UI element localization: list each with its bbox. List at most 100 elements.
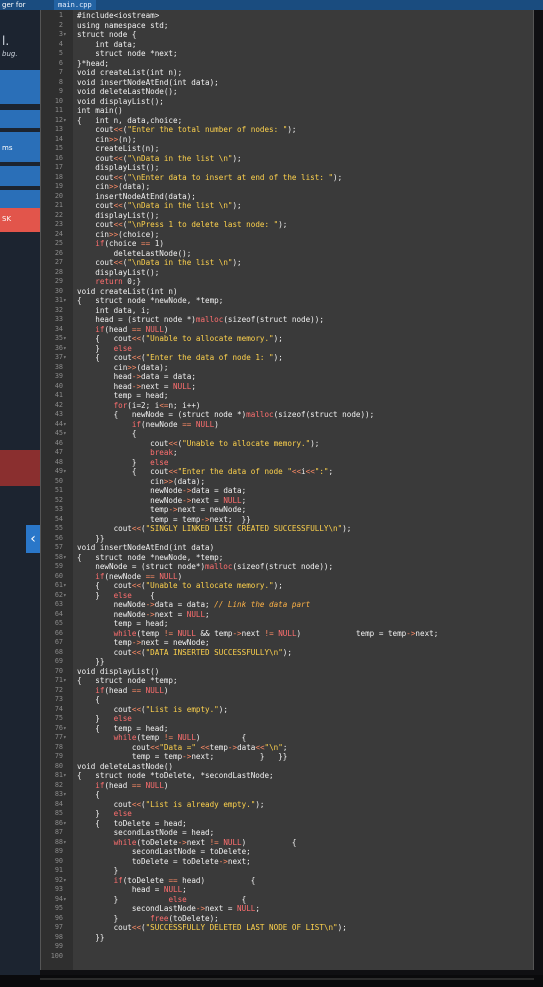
code-line[interactable]: 6}*head; xyxy=(41,59,535,69)
code-line[interactable]: 62 ▾ } else { xyxy=(41,591,535,601)
code-line[interactable]: 71 ▾ { struct node *temp; xyxy=(41,676,535,686)
left-panel-sk-button[interactable]: SK xyxy=(0,208,40,232)
fold-toggle-icon[interactable]: ▾ xyxy=(63,895,71,905)
fold-toggle-icon[interactable]: ▾ xyxy=(63,116,71,126)
code-line[interactable]: 30 void createList(int n) xyxy=(41,287,535,297)
code-line[interactable]: 60 if(newNode == NULL) xyxy=(41,572,535,582)
code-line[interactable]: 72 if(head == NULL) xyxy=(41,686,535,696)
code-line[interactable]: 21 cout<<("\nData in the list \n"); xyxy=(41,201,535,211)
code-line[interactable]: 31 ▾ { struct node *newNode, *temp; xyxy=(41,296,535,306)
code-line[interactable]: 64 newNode->next = NULL; xyxy=(41,610,535,620)
code-line[interactable]: 24 cin>>(choice); xyxy=(41,230,535,240)
code-line[interactable]: 25 if(choice == 1) xyxy=(41,239,535,249)
fold-toggle-icon[interactable]: ▾ xyxy=(63,591,71,601)
fold-toggle-icon[interactable]: ▾ xyxy=(63,876,71,886)
code-line[interactable]: 68 cout<<("DATA INSERTED SUCCESSFULLY\n"… xyxy=(41,648,535,658)
code-line[interactable]: 19 cin>>(data); xyxy=(41,182,535,192)
fold-toggle-icon[interactable]: ▾ xyxy=(63,30,71,40)
code-line[interactable]: 88 ▾ while(toDelete->next != NULL) { xyxy=(41,838,535,848)
code-line[interactable]: 36 ▾ } else xyxy=(41,344,535,354)
left-panel-nav-blue-1[interactable] xyxy=(0,70,40,104)
code-line[interactable]: 79 temp = temp->next; } }} xyxy=(41,752,535,762)
code-line[interactable]: 18 cout<<("\nEnter data to insert at end… xyxy=(41,173,535,183)
code-line[interactable]: 20 insertNodeAtEnd(data); xyxy=(41,192,535,202)
code-line[interactable]: 4 int data; xyxy=(41,40,535,50)
code-line[interactable]: 23 cout<<("\nPress 1 to delete last node… xyxy=(41,220,535,230)
code-line[interactable]: 32 int data, i; xyxy=(41,306,535,316)
code-line[interactable]: 63 newNode->data = data; // Link the dat… xyxy=(41,600,535,610)
fold-toggle-icon[interactable]: ▾ xyxy=(63,838,71,848)
code-line[interactable]: 17 displayList(); xyxy=(41,163,535,173)
code-line[interactable]: 61 ▾ { cout<<("Unable to allocate memory.… xyxy=(41,581,535,591)
code-line[interactable]: 41 temp = head; xyxy=(41,391,535,401)
code-line[interactable]: 81 ▾ { struct node *toDelete, *secondLastN… xyxy=(41,771,535,781)
file-tab-main-cpp[interactable]: main.cpp xyxy=(54,0,96,10)
fold-toggle-icon[interactable]: ▾ xyxy=(63,334,71,344)
code-line[interactable]: 77 ▾ while(temp != NULL) { xyxy=(41,733,535,743)
code-line[interactable]: 78 cout<<"Data =" <<temp->data<<"\n"; xyxy=(41,743,535,753)
left-panel-nav-blue-2[interactable] xyxy=(0,110,40,128)
code-line[interactable]: 56 }} xyxy=(41,534,535,544)
code-line[interactable]: 10 void displayList(); xyxy=(41,97,535,107)
code-line[interactable]: 85 } else xyxy=(41,809,535,819)
fold-toggle-icon[interactable]: ▾ xyxy=(63,344,71,354)
code-line[interactable]: 84 cout<<("List is already empty."); xyxy=(41,800,535,810)
code-line[interactable]: 53 temp->next = newNode; xyxy=(41,505,535,515)
code-line[interactable]: 75 } else xyxy=(41,714,535,724)
code-line[interactable]: 58 ▾ { struct node *newNode, *temp; xyxy=(41,553,535,563)
fold-toggle-icon[interactable]: ▾ xyxy=(63,353,71,363)
code-line[interactable]: 89 secondLastNode = toDelete; xyxy=(41,847,535,857)
code-line[interactable]: 98 }} xyxy=(41,933,535,943)
code-line[interactable]: 67 temp->next = newNode; xyxy=(41,638,535,648)
fold-toggle-icon[interactable]: ▾ xyxy=(63,733,71,743)
code-line[interactable]: 49 ▾ { cout<<"Enter the data of node "<<i… xyxy=(41,467,535,477)
code-line[interactable]: 80 void deleteLastNode() xyxy=(41,762,535,772)
code-line[interactable]: 87 secondLastNode = head; xyxy=(41,828,535,838)
fold-toggle-icon[interactable]: ▾ xyxy=(63,771,71,781)
code-line[interactable]: 12 ▾ { int n, data,choice; xyxy=(41,116,535,126)
code-line[interactable]: 9 void deleteLastNode(); xyxy=(41,87,535,97)
code-line[interactable]: 34 if(head == NULL) xyxy=(41,325,535,335)
code-line[interactable]: 46 cout<<("Unable to allocate memory."); xyxy=(41,439,535,449)
fold-toggle-icon[interactable]: ▾ xyxy=(63,790,71,800)
code-line[interactable]: 96 } free(toDelete); xyxy=(41,914,535,924)
code-line[interactable]: 51 newNode->data = data; xyxy=(41,486,535,496)
code-line[interactable]: 37 ▾ { cout<<("Enter the data of node 1: … xyxy=(41,353,535,363)
code-line[interactable]: 65 temp = head; xyxy=(41,619,535,629)
code-line[interactable]: 69 }} xyxy=(41,657,535,667)
code-line[interactable]: 26 deleteLastNode(); xyxy=(41,249,535,259)
fold-toggle-icon[interactable]: ▾ xyxy=(63,467,71,477)
code-line[interactable]: 2 using namespace std; xyxy=(41,21,535,31)
code-line[interactable]: 11 int main() xyxy=(41,106,535,116)
code-line[interactable]: 3 ▾ struct node { xyxy=(41,30,535,40)
code-line[interactable]: 86 ▾ { toDelete = head; xyxy=(41,819,535,829)
code-line[interactable]: 91 } xyxy=(41,866,535,876)
code-line[interactable]: 92 ▾ if(toDelete == head) { xyxy=(41,876,535,886)
code-line[interactable]: 42 for(i=2; i<=n; i++) xyxy=(41,401,535,411)
code-line[interactable]: 27 cout<<("\nData in the list \n"); xyxy=(41,258,535,268)
code-line[interactable]: 43 { newNode = (struct node *)malloc(siz… xyxy=(41,410,535,420)
fold-toggle-icon[interactable]: ▾ xyxy=(63,420,71,430)
code-line[interactable]: 29 return 0;} xyxy=(41,277,535,287)
fold-toggle-icon[interactable]: ▾ xyxy=(63,676,71,686)
left-panel-nav-blue-4[interactable] xyxy=(0,166,40,186)
code-line[interactable]: 13 cout<<("Enter the total number of nod… xyxy=(41,125,535,135)
fold-toggle-icon[interactable]: ▾ xyxy=(63,581,71,591)
code-line[interactable]: 100 xyxy=(41,952,535,962)
code-line[interactable]: 33 head = (struct node *)malloc(sizeof(s… xyxy=(41,315,535,325)
code-line[interactable]: 59 newNode = (struct node*)malloc(sizeof… xyxy=(41,562,535,572)
fold-toggle-icon[interactable]: ▾ xyxy=(63,724,71,734)
code-line[interactable]: 66 while(temp != NULL && temp->next != N… xyxy=(41,629,535,639)
code-line[interactable]: 35 ▾ { cout<<("Unable to allocate memory.… xyxy=(41,334,535,344)
code-line[interactable]: 73 { xyxy=(41,695,535,705)
code-line[interactable]: 74 cout<<("List is empty."); xyxy=(41,705,535,715)
code-line[interactable]: 76 ▾ { temp = head; xyxy=(41,724,535,734)
collapse-panel-button[interactable]: ‹ xyxy=(26,525,40,553)
code-line[interactable]: 7 void createList(int n); xyxy=(41,68,535,78)
code-line[interactable]: 44 ▾ if(newNode == NULL) xyxy=(41,420,535,430)
code-line[interactable]: 8 void insertNodeAtEnd(int data); xyxy=(41,78,535,88)
code-line[interactable]: 45 ▾ { xyxy=(41,429,535,439)
left-panel-nav-blue-5[interactable] xyxy=(0,190,40,210)
code-line[interactable]: 15 createList(n); xyxy=(41,144,535,154)
code-line[interactable]: 50 cin>>(data); xyxy=(41,477,535,487)
